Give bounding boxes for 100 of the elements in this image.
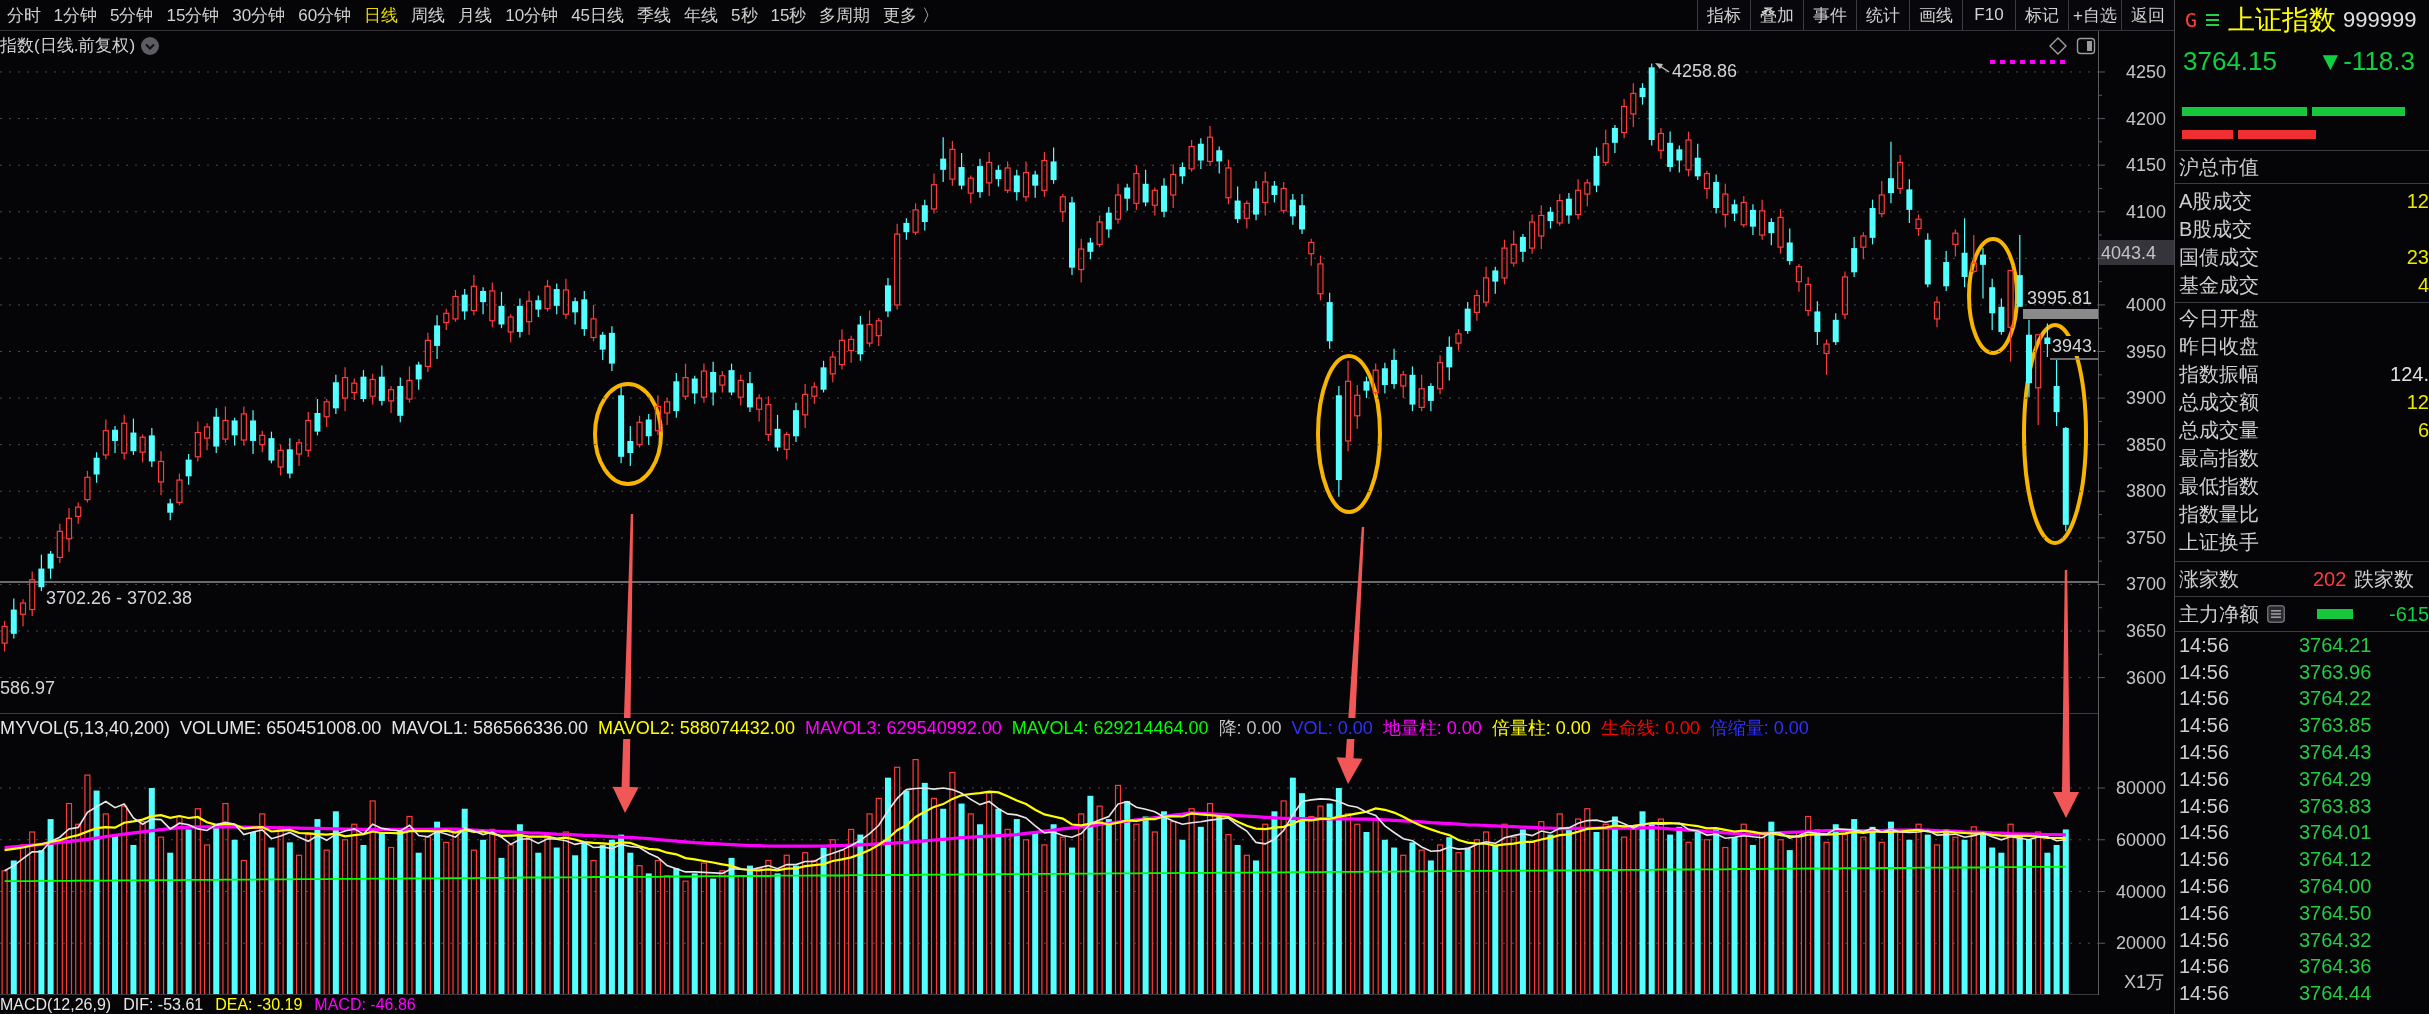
period-tab[interactable]: 周线	[404, 0, 452, 30]
period-tab[interactable]: 15秒	[764, 0, 813, 30]
price-label: 3995.81	[2027, 288, 2093, 308]
bar	[259, 813, 266, 995]
bar	[480, 839, 487, 995]
candlestick	[1519, 233, 1526, 263]
bar	[1188, 808, 1195, 995]
bar	[1979, 832, 1986, 995]
toolbar-button[interactable]: +自选	[2068, 0, 2121, 30]
bar	[1602, 823, 1609, 995]
toolbar-button[interactable]: F10	[1962, 0, 2015, 30]
bar	[2035, 831, 2042, 995]
toolbar-button[interactable]: 统计	[1856, 0, 1909, 30]
tick-price: 3764.21	[2299, 633, 2373, 657]
bar	[599, 844, 606, 995]
candlestick	[1105, 206, 1112, 239]
bar	[1492, 844, 1499, 995]
period-tab[interactable]: 1分钟	[47, 0, 104, 30]
toolbar-button[interactable]: 返回	[2121, 0, 2174, 30]
bar	[1363, 832, 1370, 995]
stat-label: 最低指数	[2179, 473, 2259, 499]
bar	[1823, 841, 1830, 995]
bar	[121, 805, 128, 995]
indicator-value: 地量柱: 0.00	[1382, 718, 1482, 739]
stat-label: 国债成交	[2179, 244, 2259, 270]
axis-label: 4100	[2125, 201, 2166, 222]
candlestick	[1436, 354, 1444, 395]
period-tab[interactable]: 30分钟	[225, 0, 292, 30]
indicator-value: MAVOL2: 588074432.00	[598, 718, 795, 739]
bar	[544, 834, 551, 995]
bar	[1216, 816, 1223, 995]
diamond-icon[interactable]	[2049, 37, 2067, 55]
price-label: 3702.26 - 3702.38	[46, 588, 193, 608]
period-tab[interactable]: 更多 〉	[876, 0, 946, 30]
toolbar-button[interactable]: 画线	[1909, 0, 1962, 30]
candlestick	[1621, 98, 1628, 139]
period-tab[interactable]: 日线	[357, 0, 405, 30]
period-tab[interactable]: 月线	[451, 0, 499, 30]
bar	[1897, 831, 1904, 995]
indicator-value: MYVOL(5,13,40,200)	[0, 718, 171, 739]
period-tab[interactable]: 10分钟	[498, 0, 565, 30]
bar	[93, 790, 100, 995]
candlestick	[112, 425, 119, 454]
bar	[1464, 847, 1471, 995]
candlestick	[756, 393, 763, 422]
period-tab[interactable]: 5秒	[724, 0, 764, 30]
stat-value: 4	[2417, 273, 2429, 297]
bar	[811, 859, 818, 995]
toolbar-button[interactable]: 事件	[1803, 0, 1856, 30]
candlestick	[774, 414, 781, 452]
period-tab[interactable]: 年线	[677, 0, 725, 30]
bar	[1694, 832, 1701, 995]
bar	[572, 855, 579, 995]
bar	[1032, 832, 1039, 995]
bar	[1915, 823, 1922, 995]
bar	[185, 829, 192, 995]
bar	[1611, 816, 1618, 995]
period-tab[interactable]: 多周期	[812, 0, 877, 30]
candlestick	[434, 314, 441, 360]
bar	[654, 859, 662, 995]
tick-time: 14:56	[2179, 955, 2231, 979]
candlestick	[1906, 178, 1913, 224]
menu-icon[interactable]	[2206, 13, 2220, 27]
period-tab[interactable]: 分时	[0, 0, 47, 30]
toolbar-button[interactable]: 标记	[2015, 0, 2068, 30]
bar	[1142, 816, 1149, 995]
stat-label: 基金成交	[2179, 272, 2259, 298]
last-price: 3764.15	[2183, 45, 2277, 77]
bar	[1648, 824, 1655, 995]
toolbar-button[interactable]: 叠加	[1750, 0, 1803, 30]
chevron-down-icon[interactable]	[141, 36, 160, 55]
bar	[387, 846, 395, 995]
candlestick	[19, 598, 27, 627]
strength-bar	[2182, 130, 2233, 139]
bar	[516, 824, 523, 995]
toolbar-button[interactable]: 指标	[1697, 0, 1750, 30]
panel-toggle-icon[interactable]	[2076, 37, 2096, 55]
bar	[84, 774, 91, 995]
bar	[1482, 831, 1490, 995]
period-tab[interactable]: 15分钟	[159, 0, 226, 30]
candlestick	[1206, 125, 1214, 167]
candlestick	[921, 199, 928, 231]
period-tab[interactable]: 5分钟	[103, 0, 160, 30]
candlestick	[710, 361, 717, 407]
period-tab[interactable]: 季线	[630, 0, 678, 30]
candlestick	[838, 328, 846, 370]
candlestick	[387, 385, 395, 414]
bar	[1381, 839, 1388, 995]
bar	[1105, 819, 1112, 995]
period-tab[interactable]: 45日线	[564, 0, 631, 30]
tick-time: 14:56	[2179, 875, 2231, 899]
candlestick	[2044, 322, 2051, 358]
tick-time: 14:56	[2179, 982, 2231, 1006]
list-icon[interactable]	[2267, 605, 2285, 623]
stat-label: 指数量比	[2179, 501, 2259, 527]
stat-value: 12	[2406, 189, 2429, 213]
candlestick	[1381, 362, 1388, 395]
bar	[1924, 834, 1931, 995]
period-tab[interactable]: 60分钟	[291, 0, 358, 30]
candlestick	[424, 332, 431, 373]
